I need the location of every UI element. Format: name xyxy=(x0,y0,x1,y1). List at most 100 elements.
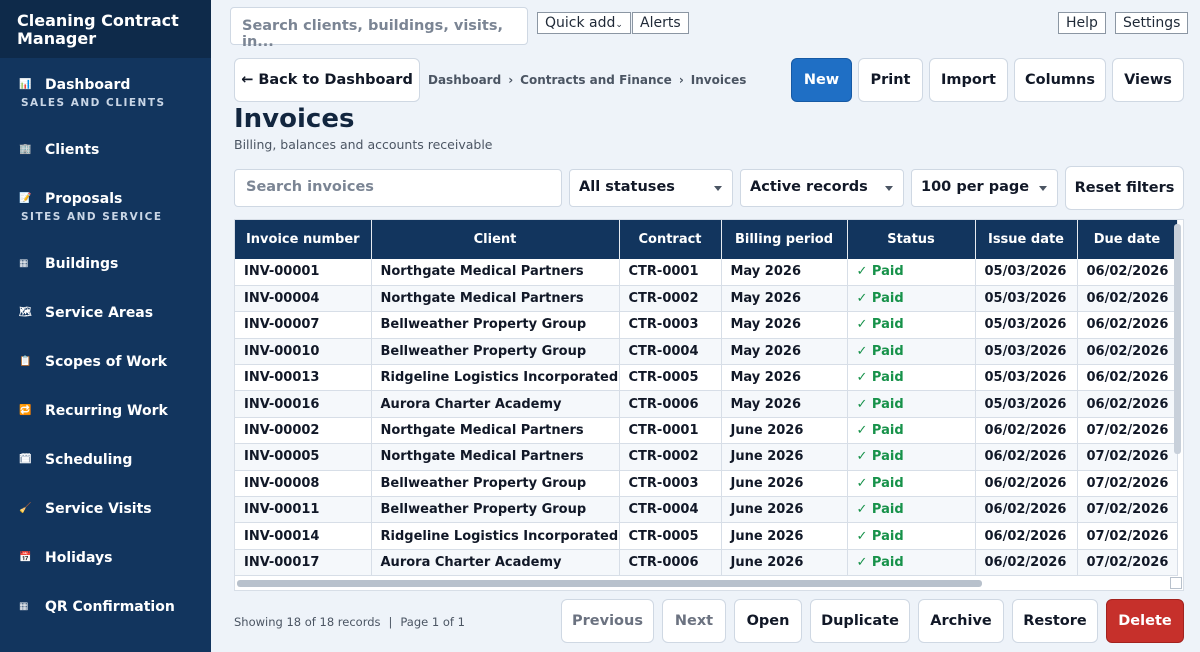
open-button[interactable]: Open xyxy=(734,599,802,643)
table-row[interactable]: INV-00011 Bellweather Property Group CTR-0… xyxy=(235,496,1178,524)
table-cell: June 2026 xyxy=(721,470,848,498)
reset-filters-button[interactable]: Reset filters xyxy=(1065,166,1184,210)
chevron-down-icon xyxy=(1039,186,1047,191)
table-row[interactable]: INV-00014 Ridgeline Logistics Incorporate… xyxy=(235,522,1178,550)
table-cell: May 2026 xyxy=(721,285,848,313)
sidebar-item-service-areas[interactable]: 🗺 Service Areas xyxy=(0,288,211,337)
map-icon: 🗺 xyxy=(19,307,32,318)
alerts-button[interactable]: Alerts xyxy=(632,12,689,34)
settings-button[interactable]: Settings xyxy=(1115,12,1189,34)
table-row[interactable]: INV-00008 Bellweather Property Group CTR-0… xyxy=(235,470,1178,498)
restore-button[interactable]: Restore xyxy=(1012,599,1098,643)
calendar-icon: 🗓 xyxy=(19,454,32,465)
table-cell: 06/02/2026 xyxy=(975,470,1078,498)
table-cell: 06/02/2026 xyxy=(1077,259,1178,286)
table-cell: INV-00007 xyxy=(235,311,372,339)
global-search-input[interactable]: Search clients, buildings, visits, in... xyxy=(230,7,528,50)
table-cell: CTR-0005 xyxy=(619,522,722,550)
table-cell: May 2026 xyxy=(721,259,848,286)
page-indicator: Page 1 of 1 xyxy=(400,615,465,629)
breadcrumb-invoices: Invoices xyxy=(690,73,747,87)
previous-button[interactable]: Previous xyxy=(561,599,654,643)
status-badge: ✓ Paid xyxy=(847,390,976,418)
table-cell: May 2026 xyxy=(721,390,848,418)
new-button[interactable]: New xyxy=(791,58,852,102)
table-cell: INV-00013 xyxy=(235,364,372,392)
sidebar-item-label: Holidays xyxy=(45,549,113,566)
chevron-down-icon xyxy=(714,186,722,191)
table-cell: 07/02/2026 xyxy=(1077,522,1178,550)
table-row[interactable]: INV-00010 Bellweather Property Group CTR-0… xyxy=(235,338,1178,366)
status-badge: ✓ Paid xyxy=(847,311,976,339)
status-badge: ✓ Paid xyxy=(847,417,976,445)
vertical-scrollbar[interactable] xyxy=(1174,224,1181,454)
sidebar-item-qr-confirmation[interactable]: ▦ QR Confirmation xyxy=(0,582,211,631)
breadcrumb-contracts-finance[interactable]: Contracts and Finance xyxy=(520,73,672,87)
column-header[interactable]: Billing period xyxy=(721,220,848,259)
status-badge: ✓ Paid xyxy=(847,443,976,471)
status-filter-select[interactable]: All statuses xyxy=(569,169,733,207)
sidebar-item-clients[interactable]: 🏢 Clients xyxy=(0,125,211,174)
column-header[interactable]: Issue date xyxy=(975,220,1078,259)
table-cell: CTR-0001 xyxy=(619,259,722,286)
table-cell: 05/03/2026 xyxy=(975,259,1078,286)
table-cell: INV-00010 xyxy=(235,338,372,366)
per-page-value: 100 per page xyxy=(921,179,1030,195)
table-cell: CTR-0004 xyxy=(619,496,722,524)
table-cell: 06/02/2026 xyxy=(975,417,1078,445)
archive-button[interactable]: Archive xyxy=(918,599,1004,643)
help-button[interactable]: Help xyxy=(1058,12,1106,34)
table-row[interactable]: INV-00004 Northgate Medical Partners CTR-0… xyxy=(235,285,1178,313)
duplicate-button[interactable]: Duplicate xyxy=(810,599,910,643)
next-button[interactable]: Next xyxy=(662,599,726,643)
quick-add-button[interactable]: Quick add⌄ xyxy=(537,12,631,34)
table-row[interactable]: INV-00016 Aurora Charter Academy CTR-0006 M… xyxy=(235,390,1178,418)
table-cell: 05/03/2026 xyxy=(975,311,1078,339)
table-row[interactable]: INV-00013 Ridgeline Logistics Incorporate… xyxy=(235,364,1178,392)
sidebar-item-scopes-of-work[interactable]: 📋 Scopes of Work xyxy=(0,337,211,386)
column-header[interactable]: Status xyxy=(847,220,976,259)
table-row[interactable]: INV-00005 Northgate Medical Partners CTR-0… xyxy=(235,443,1178,471)
table-cell: 06/02/2026 xyxy=(975,549,1078,577)
table-cell: 07/02/2026 xyxy=(1077,496,1178,524)
table-cell: CTR-0005 xyxy=(619,364,722,392)
delete-button[interactable]: Delete xyxy=(1106,599,1184,643)
column-header[interactable]: Invoice number xyxy=(235,220,372,259)
invoice-search-input[interactable]: Search invoices xyxy=(234,169,562,207)
column-header[interactable]: Contract xyxy=(619,220,722,259)
table-cell: 05/03/2026 xyxy=(975,285,1078,313)
table-row[interactable]: INV-00017 Aurora Charter Academy CTR-0006 J… xyxy=(235,549,1178,577)
table-cell: Bellweather Property Group xyxy=(371,311,620,339)
dropdown-mark-icon: ⌄ xyxy=(615,20,623,30)
breadcrumb-dashboard[interactable]: Dashboard xyxy=(428,73,501,87)
per-page-select[interactable]: 100 per page xyxy=(911,169,1058,207)
clients-icon: 🏢 xyxy=(19,144,32,155)
table-cell: 07/02/2026 xyxy=(1077,443,1178,471)
columns-button[interactable]: Columns xyxy=(1014,58,1106,102)
buildings-icon: ▦ xyxy=(19,258,29,269)
table-row[interactable]: INV-00001 Northgate Medical Partners CTR-0… xyxy=(235,259,1178,286)
back-to-dashboard-button[interactable]: ← Back to Dashboard xyxy=(234,58,420,102)
print-button[interactable]: Print xyxy=(858,58,923,102)
sidebar-item-buildings[interactable]: ▦ Buildings xyxy=(0,239,211,288)
table-row[interactable]: INV-00007 Bellweather Property Group CTR-0… xyxy=(235,311,1178,339)
table-cell: INV-00004 xyxy=(235,285,372,313)
column-header[interactable]: Client xyxy=(371,220,620,259)
records-filter-select[interactable]: Active records xyxy=(740,169,904,207)
table-cell: INV-00017 xyxy=(235,549,372,577)
sidebar-item-holidays[interactable]: 📅 Holidays xyxy=(0,533,211,582)
table-cell: 05/03/2026 xyxy=(975,390,1078,418)
table-row[interactable]: INV-00002 Northgate Medical Partners CTR-0… xyxy=(235,417,1178,445)
table-cell: June 2026 xyxy=(721,549,848,577)
views-button[interactable]: Views xyxy=(1112,58,1184,102)
sidebar-item-recurring-work[interactable]: 🔁 Recurring Work xyxy=(0,386,211,435)
chevron-down-icon xyxy=(885,186,893,191)
column-header[interactable]: Due date xyxy=(1077,220,1178,259)
sidebar-item-label: Recurring Work xyxy=(45,402,168,419)
scroll-corner xyxy=(1170,577,1182,589)
horizontal-scrollbar[interactable] xyxy=(237,580,982,587)
sidebar-item-service-visits[interactable]: 🧹 Service Visits xyxy=(0,484,211,533)
import-button[interactable]: Import xyxy=(929,58,1008,102)
table-cell: 06/02/2026 xyxy=(975,522,1078,550)
sidebar-item-scheduling[interactable]: 🗓 Scheduling xyxy=(0,435,211,484)
